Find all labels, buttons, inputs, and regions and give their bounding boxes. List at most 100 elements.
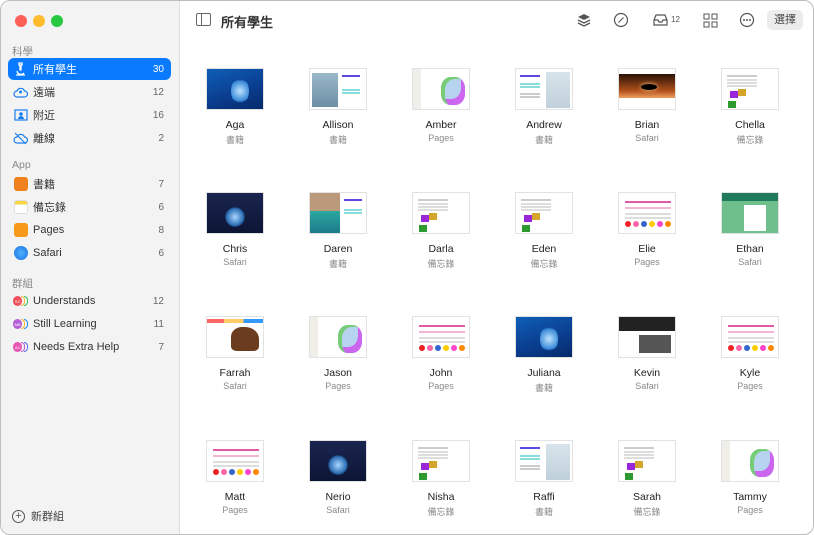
section-title-app: App bbox=[12, 159, 31, 171]
more-icon[interactable] bbox=[738, 11, 756, 29]
sidebar-item-notes[interactable]: 備忘錄 6 bbox=[8, 196, 171, 218]
screen-thumbnail[interactable] bbox=[206, 316, 264, 358]
student-card[interactable]: Kevin Safari bbox=[597, 316, 697, 391]
screen-thumbnail[interactable] bbox=[206, 192, 264, 234]
minimize-button[interactable] bbox=[33, 15, 45, 27]
student-app: 書籍 bbox=[534, 507, 553, 517]
student-app: 書籍 bbox=[534, 135, 553, 145]
student-name: Brian bbox=[634, 119, 660, 131]
student-card[interactable]: Amber Pages bbox=[391, 68, 491, 143]
screen-thumbnail[interactable] bbox=[309, 316, 367, 358]
sidebar-item-understands[interactable]: SC Understands 12 bbox=[8, 290, 171, 312]
new-group-button[interactable]: + 新群組 bbox=[12, 508, 64, 524]
screen-thumbnail[interactable] bbox=[618, 316, 676, 358]
sidebar-item-all-students[interactable]: 所有學生 30 bbox=[8, 58, 171, 80]
screen-thumbnail[interactable] bbox=[309, 68, 367, 110]
sidebar: 科學 所有學生 30 遠端 12 附近 16 離線 2 App 書籍 7 備忘錄… bbox=[1, 1, 180, 534]
student-card[interactable]: Ethan Safari bbox=[700, 192, 800, 267]
screen-thumbnail[interactable] bbox=[515, 440, 573, 482]
safari-app-icon bbox=[13, 246, 28, 261]
student-card[interactable]: Tammy Pages bbox=[700, 440, 800, 515]
layers-icon[interactable] bbox=[575, 11, 593, 29]
sidebar-item-label: Still Learning bbox=[33, 318, 97, 330]
student-card[interactable]: Sarah 備忘錄 bbox=[597, 440, 697, 518]
student-card[interactable]: Matt Pages bbox=[185, 440, 285, 515]
compass-icon[interactable] bbox=[612, 11, 630, 29]
person-square-icon bbox=[13, 108, 28, 123]
sidebar-item-label: 備忘錄 bbox=[33, 202, 66, 214]
screen-thumbnail[interactable] bbox=[206, 440, 264, 482]
student-card[interactable]: Andrew 書籍 bbox=[494, 68, 594, 146]
screen-thumbnail[interactable] bbox=[412, 440, 470, 482]
plus-circle-icon: + bbox=[12, 509, 25, 523]
sidebar-item-pages[interactable]: Pages 8 bbox=[8, 219, 171, 241]
student-app: Pages bbox=[325, 381, 351, 391]
sidebar-item-still-learning[interactable]: MB Still Learning 11 bbox=[8, 313, 171, 335]
screen-thumbnail[interactable] bbox=[515, 68, 573, 110]
student-card[interactable]: Elie Pages bbox=[597, 192, 697, 267]
student-name: Sarah bbox=[632, 491, 662, 503]
student-card[interactable]: Aga 書籍 bbox=[185, 68, 285, 146]
student-card[interactable]: Juliana 書籍 bbox=[494, 316, 594, 394]
screen-thumbnail[interactable] bbox=[412, 68, 470, 110]
student-card[interactable]: Nerio Safari bbox=[288, 440, 388, 515]
sidebar-item-nearby[interactable]: 附近 16 bbox=[8, 104, 171, 126]
screen-thumbnail[interactable] bbox=[309, 192, 367, 234]
sidebar-toggle-icon[interactable] bbox=[196, 13, 211, 26]
student-app: 書籍 bbox=[534, 383, 553, 393]
select-button[interactable]: 選擇 bbox=[767, 10, 803, 30]
student-app: 備忘錄 bbox=[736, 135, 764, 145]
student-card[interactable]: John Pages bbox=[391, 316, 491, 391]
student-card[interactable]: Raffi 書籍 bbox=[494, 440, 594, 518]
student-app: Pages bbox=[634, 257, 660, 267]
sidebar-item-safari[interactable]: Safari 6 bbox=[8, 242, 171, 264]
screen-thumbnail[interactable] bbox=[618, 440, 676, 482]
student-card[interactable]: Eden 備忘錄 bbox=[494, 192, 594, 270]
sidebar-item-count: 12 bbox=[152, 295, 164, 307]
screen-thumbnail[interactable] bbox=[412, 316, 470, 358]
student-name: Elie bbox=[638, 243, 656, 255]
screen-thumbnail[interactable] bbox=[515, 192, 573, 234]
sidebar-item-needs-extra-help[interactable]: AC Needs Extra Help 7 bbox=[8, 336, 171, 358]
screen-thumbnail[interactable] bbox=[721, 68, 779, 110]
student-card[interactable]: Kyle Pages bbox=[700, 316, 800, 391]
screen-thumbnail[interactable] bbox=[309, 440, 367, 482]
screen-thumbnail[interactable] bbox=[618, 192, 676, 234]
sidebar-item-books[interactable]: 書籍 7 bbox=[8, 173, 171, 195]
sidebar-item-label: 書籍 bbox=[33, 179, 55, 191]
screen-thumbnail[interactable] bbox=[206, 68, 264, 110]
student-card[interactable]: Nisha 備忘錄 bbox=[391, 440, 491, 518]
zoom-button[interactable] bbox=[51, 15, 63, 27]
cloud-person-icon bbox=[13, 85, 28, 100]
screen-thumbnail[interactable] bbox=[412, 192, 470, 234]
student-name: Tammy bbox=[733, 491, 767, 503]
student-card[interactable]: Allison 書籍 bbox=[288, 68, 388, 146]
student-card[interactable]: Jason Pages bbox=[288, 316, 388, 391]
student-name: Matt bbox=[224, 491, 246, 503]
student-card[interactable]: Chella 備忘錄 bbox=[700, 68, 800, 146]
student-card[interactable]: Brian Safari bbox=[597, 68, 697, 143]
student-name: Jason bbox=[323, 367, 353, 379]
screen-thumbnail[interactable] bbox=[515, 316, 573, 358]
student-app: 備忘錄 bbox=[427, 259, 455, 269]
sidebar-item-count: 2 bbox=[158, 132, 164, 144]
student-app: Safari bbox=[738, 257, 762, 267]
screen-thumbnail[interactable] bbox=[721, 440, 779, 482]
grid-view-icon[interactable] bbox=[701, 11, 719, 29]
student-name: Nerio bbox=[325, 491, 351, 503]
student-card[interactable]: Chris Safari bbox=[185, 192, 285, 267]
student-card[interactable]: Darla 備忘錄 bbox=[391, 192, 491, 270]
screen-thumbnail[interactable] bbox=[721, 316, 779, 358]
screen-thumbnail[interactable] bbox=[721, 192, 779, 234]
close-button[interactable] bbox=[15, 15, 27, 27]
sidebar-item-remote[interactable]: 遠端 12 bbox=[8, 81, 171, 103]
sidebar-item-count: 11 bbox=[153, 318, 164, 330]
student-card[interactable]: Farrah Safari bbox=[185, 316, 285, 391]
student-card[interactable]: Daren 書籍 bbox=[288, 192, 388, 270]
student-name: John bbox=[429, 367, 453, 379]
inbox-icon[interactable] bbox=[651, 11, 669, 29]
sidebar-item-label: 離線 bbox=[33, 133, 55, 145]
screen-thumbnail[interactable] bbox=[618, 68, 676, 110]
sidebar-item-offline[interactable]: 離線 2 bbox=[8, 127, 171, 149]
books-app-icon bbox=[13, 177, 28, 192]
